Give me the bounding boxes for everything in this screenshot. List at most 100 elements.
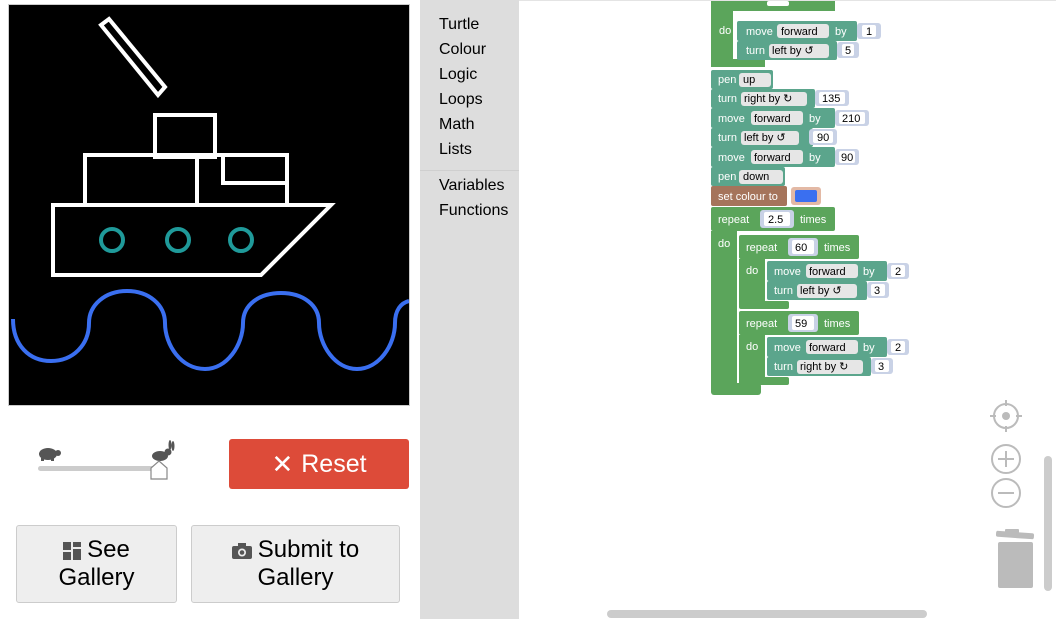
turn-label: turn <box>718 132 737 144</box>
direction-dropdown[interactable]: forward <box>809 266 846 278</box>
value-input[interactable]: 3 <box>874 285 880 297</box>
turn-label: turn <box>746 45 765 57</box>
drawing-porthole <box>165 227 191 253</box>
times-label: times <box>824 242 851 254</box>
set-colour-block[interactable]: set colour to <box>711 186 821 206</box>
move-label: move <box>746 26 773 38</box>
by-label: by <box>809 113 821 125</box>
speed-slider[interactable] <box>36 440 176 480</box>
value-input[interactable]: 2 <box>895 342 901 354</box>
toolbox-category-loops[interactable]: Loops <box>439 91 483 109</box>
trash-icon[interactable] <box>995 529 1035 588</box>
see-gallery-line2: Gallery <box>58 564 135 591</box>
workspace-controls <box>990 400 1035 588</box>
reset-button[interactable]: ✕ Reset <box>229 439 409 489</box>
move-block[interactable]: move forward by 1 <box>737 21 881 41</box>
turn-block[interactable]: turn right by ↻ 135 <box>711 89 849 108</box>
pen-state-dropdown[interactable]: down <box>743 171 769 183</box>
speed-slider-handle[interactable] <box>150 460 168 480</box>
do-label: do <box>746 265 758 277</box>
set-colour-label: set colour to <box>718 191 778 203</box>
toolbox-category-colour[interactable]: Colour <box>439 41 486 59</box>
turn-block[interactable]: turn left by ↺ 3 <box>767 281 889 300</box>
value-input[interactable]: 59 <box>795 318 807 330</box>
see-gallery-button[interactable]: See Gallery <box>16 525 177 603</box>
value-input[interactable]: 60 <box>795 242 807 254</box>
colour-swatch[interactable] <box>795 190 817 202</box>
speed-slider-track[interactable] <box>38 466 162 471</box>
times-label: times <box>824 318 851 330</box>
drawing-cabin-top <box>153 113 217 159</box>
pen-label: pen <box>718 74 736 86</box>
move-block[interactable]: move forward by 90 <box>711 147 859 167</box>
move-block[interactable]: move forward by 210 <box>711 108 869 128</box>
toolbox-category-variables[interactable]: Variables <box>439 177 505 195</box>
gallery-grid-icon <box>63 542 82 560</box>
turn-label: turn <box>774 361 793 373</box>
turn-block[interactable]: turn right by ↻ 3 <box>767 357 893 376</box>
toolbox-category-functions[interactable]: Functions <box>439 202 508 220</box>
value-input[interactable]: 3 <box>878 361 884 373</box>
horizontal-scrollbar[interactable] <box>607 610 927 618</box>
toolbox-category-math[interactable]: Math <box>439 116 475 134</box>
direction-dropdown[interactable]: right by ↻ <box>744 93 792 105</box>
zoom-out-icon[interactable] <box>991 478 1021 508</box>
value-input[interactable]: 2 <box>895 266 901 278</box>
value-input[interactable]: 2.5 <box>768 214 783 226</box>
turn-block[interactable]: turn left by ↺ 5 <box>737 41 859 60</box>
submit-to-gallery-button[interactable]: Submit to Gallery <box>191 525 400 603</box>
value-input[interactable]: 210 <box>842 113 860 125</box>
vertical-scrollbar[interactable] <box>1044 456 1052 591</box>
by-label: by <box>863 342 875 354</box>
turn-block[interactable]: turn left by ↺ 90 <box>711 128 837 147</box>
value-input[interactable]: 1 <box>866 26 872 38</box>
direction-dropdown[interactable]: right by ↻ <box>800 361 848 373</box>
drawing-porthole <box>99 227 125 253</box>
value-input[interactable]: 90 <box>817 132 829 144</box>
move-block[interactable]: move forward by 2 <box>767 261 909 281</box>
pen-state-dropdown[interactable]: up <box>743 74 755 86</box>
zoom-in-icon[interactable] <box>991 444 1021 474</box>
direction-dropdown[interactable]: forward <box>754 113 791 125</box>
value-input[interactable]: 90 <box>841 152 853 164</box>
do-label: do <box>719 25 731 37</box>
move-label: move <box>718 113 745 125</box>
times-label: times <box>800 214 827 226</box>
recenter-icon[interactable] <box>990 400 1022 432</box>
toolbox-separator <box>420 170 519 171</box>
by-label: by <box>809 152 821 164</box>
direction-dropdown[interactable]: forward <box>781 26 818 38</box>
drawing-hull <box>51 203 336 277</box>
close-icon: ✕ <box>271 449 294 479</box>
camera-icon <box>231 543 252 559</box>
direction-dropdown[interactable]: forward <box>754 152 791 164</box>
block-stack[interactable]: do move forward by 1 turn left by ↺ 5 pe… <box>519 1 1039 401</box>
by-label: by <box>835 26 847 38</box>
value-input[interactable]: 5 <box>845 45 851 57</box>
do-label: do <box>746 341 758 353</box>
drawing <box>11 16 410 372</box>
by-label: by <box>863 266 875 278</box>
drawing-cabin <box>83 153 289 207</box>
pen-up-block[interactable]: pen up <box>711 70 773 89</box>
toolbox-category-turtle[interactable]: Turtle <box>439 16 479 34</box>
toolbox-category-lists[interactable]: Lists <box>439 141 472 159</box>
drawing-waves <box>11 288 410 372</box>
see-gallery-line1: See <box>87 536 130 563</box>
value-input[interactable]: 135 <box>822 93 840 105</box>
move-block[interactable]: move forward by 2 <box>767 337 909 357</box>
direction-dropdown[interactable]: left by ↺ <box>744 132 786 144</box>
pen-down-block[interactable]: pen down <box>711 167 785 186</box>
left-panel: ✕ Reset See Gallery Submit to Gallery <box>0 0 420 619</box>
do-label: do <box>718 238 730 250</box>
blocks-workspace[interactable]: do move forward by 1 turn left by ↺ 5 pe… <box>519 0 1056 619</box>
direction-dropdown[interactable]: left by ↺ <box>772 45 814 57</box>
pen-label: pen <box>718 171 736 183</box>
move-label: move <box>718 152 745 164</box>
toolbox: Turtle Colour Logic Loops Math Lists Var… <box>420 0 519 619</box>
submit-line2: Gallery <box>257 564 334 591</box>
direction-dropdown[interactable]: forward <box>809 342 846 354</box>
repeat-label: repeat <box>746 318 777 330</box>
toolbox-category-logic[interactable]: Logic <box>439 66 477 84</box>
direction-dropdown[interactable]: left by ↺ <box>800 285 842 297</box>
